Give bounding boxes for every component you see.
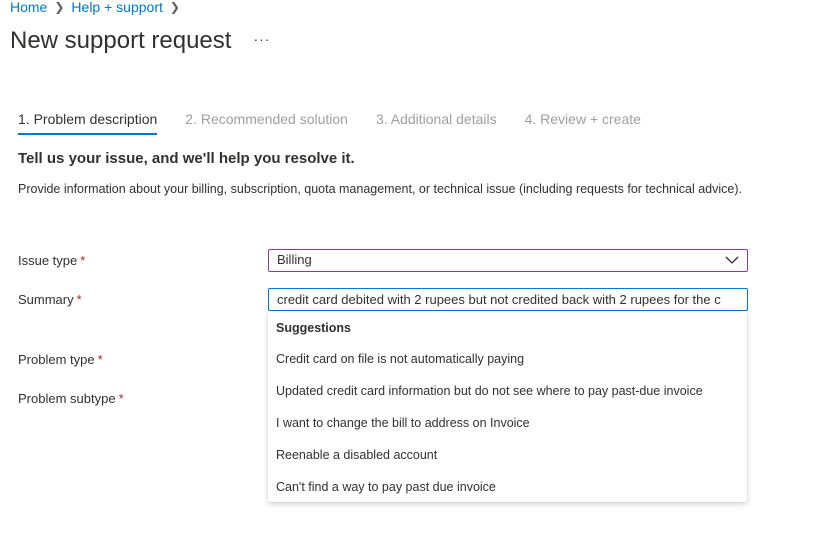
tab-recommended-solution[interactable]: 2. Recommended solution — [185, 110, 348, 134]
summary-input[interactable]: credit card debited with 2 rupees but no… — [268, 288, 748, 311]
summary-label-text: Summary — [18, 292, 74, 307]
wizard-tabs: 1. Problem description 2. Recommended so… — [18, 110, 669, 135]
problem-type-label-text: Problem type — [18, 352, 95, 367]
section-heading: Tell us your issue, and we'll help you r… — [18, 150, 355, 167]
more-icon[interactable]: ··· — [253, 31, 270, 47]
problem-subtype-label: Problem subtype * — [18, 391, 124, 406]
required-marker: * — [80, 253, 86, 268]
suggestion-item-label: Updated credit card information but do n… — [276, 384, 703, 398]
suggestion-item[interactable]: Credit card on file is not automatically… — [268, 345, 747, 375]
tab-problem-description[interactable]: 1. Problem description — [18, 110, 158, 135]
issue-type-dropdown[interactable]: Billing — [268, 249, 748, 272]
support-request-page: Home ❯ Help + support ❯ New support requ… — [0, 0, 817, 539]
suggestion-item-label: I want to change the bill to address on … — [276, 416, 530, 430]
tab-review-create[interactable]: 4. Review + create — [525, 110, 641, 134]
required-marker: * — [97, 352, 103, 367]
summary-label: Summary * — [18, 292, 82, 307]
chevron-right-icon: ❯ — [169, 0, 180, 14]
issue-type-value: Billing — [277, 252, 312, 267]
required-marker: * — [76, 292, 82, 307]
suggestion-item-label: Credit card on file is not automatically… — [276, 352, 525, 366]
issue-type-label-text: Issue type — [18, 253, 78, 268]
breadcrumb: Home ❯ Help + support ❯ — [10, 0, 187, 15]
suggestion-item[interactable]: Reenable a disabled account — [268, 441, 747, 471]
summary-input-value: credit card debited with 2 rupees but no… — [277, 292, 721, 307]
tab-additional-details[interactable]: 3. Additional details — [376, 110, 497, 134]
suggestion-item-label: Reenable a disabled account — [276, 448, 438, 462]
required-marker: * — [118, 391, 124, 406]
chevron-right-icon: ❯ — [54, 0, 65, 14]
problem-subtype-label-text: Problem subtype — [18, 391, 116, 406]
breadcrumb-home[interactable]: Home — [10, 0, 47, 15]
suggestion-item[interactable]: I want to change the bill to address on … — [268, 409, 747, 439]
suggestion-item[interactable]: Can't find a way to pay past due invoice — [268, 473, 747, 503]
suggestions-dropdown: Suggestions Credit card on file is not a… — [268, 311, 747, 502]
suggestion-item[interactable]: Updated credit card information but do n… — [268, 377, 747, 407]
chevron-down-icon — [725, 256, 739, 264]
issue-type-label: Issue type * — [18, 253, 85, 268]
suggestion-item-label: Can't find a way to pay past due invoice — [276, 480, 496, 494]
problem-type-label: Problem type * — [18, 352, 103, 367]
title-row: New support request ··· — [10, 26, 270, 56]
suggestions-header: Suggestions — [276, 321, 352, 335]
breadcrumb-help-support[interactable]: Help + support — [71, 0, 162, 15]
section-description: Provide information about your billing, … — [18, 182, 742, 196]
page-title: New support request — [10, 27, 232, 54]
